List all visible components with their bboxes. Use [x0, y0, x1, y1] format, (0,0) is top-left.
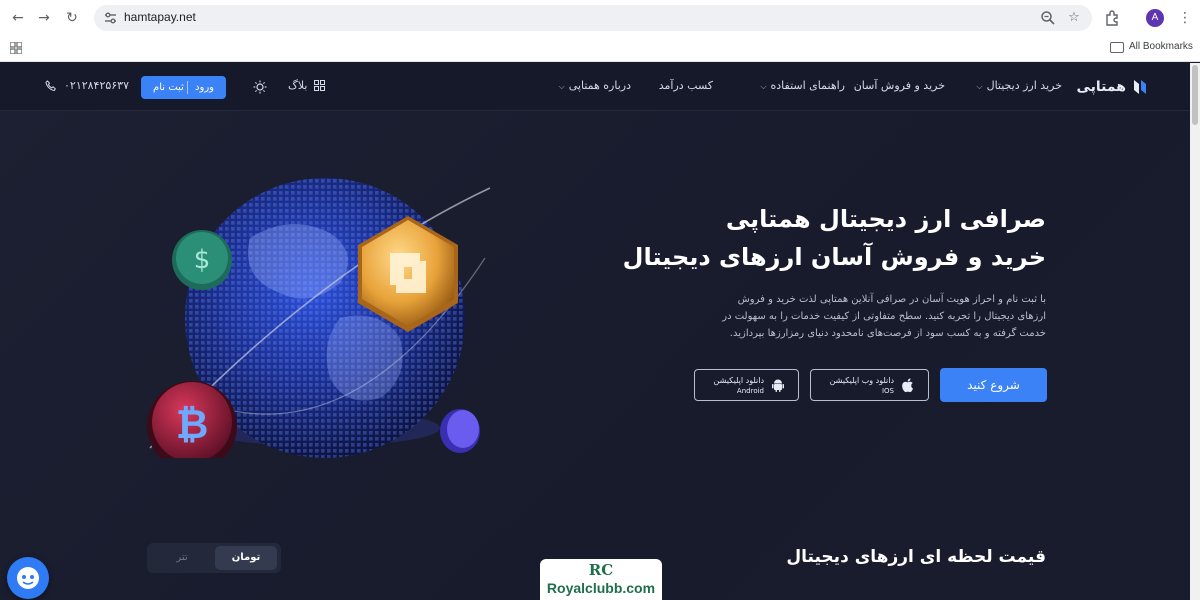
website-viewport: همتاپی خرید ارز دیجیتال⌵ خرید و فروش آسا… — [0, 63, 1190, 600]
profile-avatar[interactable]: A — [1146, 9, 1164, 27]
menu-buy-crypto[interactable]: خرید ارز دیجیتال⌵ — [977, 79, 1063, 94]
grid-icon — [314, 80, 325, 91]
back-arrow-icon[interactable]: ← — [8, 8, 28, 28]
start-button[interactable]: شروع کنید — [940, 368, 1047, 402]
bookmark-star-icon[interactable]: ☆ — [1066, 10, 1082, 26]
menu-guide-label: راهنمای استفاده — [770, 79, 845, 92]
reload-icon[interactable]: ↻ — [62, 8, 82, 28]
toggle-tether[interactable]: تتر — [151, 546, 213, 570]
scrollbar-thumb[interactable] — [1192, 65, 1198, 125]
blog-link[interactable]: بلاگ — [288, 79, 307, 93]
logo-wordmark: همتاپی — [1076, 79, 1127, 95]
ios-app-line2: IOS — [881, 387, 894, 395]
menu-buy-crypto-label: خرید ارز دیجیتال — [986, 79, 1062, 92]
folder-icon[interactable] — [1110, 42, 1124, 53]
phone-number[interactable]: ۰۲۱۲۸۴۲۵۶۳۷ — [64, 79, 129, 93]
currency-toggle: تومان تتر — [147, 543, 281, 573]
apps-grid-icon[interactable] — [10, 42, 22, 54]
menu-about-label: درباره همتاپی — [568, 79, 631, 92]
chat-bot-icon — [17, 567, 39, 589]
watermark-monogram: RC — [588, 561, 614, 579]
browser-toolbar: ← → ↻ hamtapay.net ☆ A ⋮ — [0, 0, 1200, 36]
phone-icon — [45, 80, 56, 92]
auth-separator — [187, 81, 188, 94]
site-settings-icon[interactable] — [104, 12, 117, 24]
page-scrollbar[interactable] — [1190, 63, 1200, 600]
chevron-down-icon: ⌵ — [976, 82, 983, 91]
android-app-line1: دانلود اپلیکیشن — [713, 376, 764, 385]
menu-about[interactable]: درباره همتاپی⌵ — [559, 79, 631, 94]
tether-coin-icon: $ — [172, 230, 232, 290]
support-chat-button[interactable] — [7, 557, 49, 599]
watermark-logo: RC Royalclubb.com — [540, 559, 662, 600]
menu-easy-trade-label: خرید و فروش آسان — [853, 79, 945, 92]
auth-button[interactable]: ورود ثبت نام — [141, 76, 226, 99]
sun-icon[interactable] — [253, 80, 267, 94]
toggle-toman[interactable]: تومان — [215, 546, 277, 570]
site-logo[interactable]: همتاپی — [1076, 77, 1150, 97]
address-bar[interactable]: hamtapay.net ☆ — [94, 5, 1092, 31]
android-icon — [772, 379, 784, 392]
chevron-down-icon: ⌵ — [760, 82, 767, 91]
bookmarks-bar: All Bookmarks — [0, 36, 1200, 62]
menu-guide[interactable]: راهنمای استفاده⌵ — [760, 79, 845, 94]
android-app-button[interactable]: دانلود اپلیکیشن Android — [694, 369, 799, 401]
signup-link[interactable]: ثبت نام — [153, 76, 184, 99]
svg-text:₿: ₿ — [176, 402, 209, 448]
hero-description: با ثبت نام و احراز هویت آسان در صرافی آن… — [722, 294, 1046, 339]
globe-coins-illustration: $ ₿ — [147, 178, 491, 458]
hero-title-line2: خرید و فروش آسان ارزهای دیجیتال — [622, 243, 1046, 271]
live-prices-title: قیمت لحظه ای ارزهای دیجیتال — [786, 547, 1046, 567]
ios-app-line1: دانلود وب اپلیکیشن — [829, 376, 894, 385]
blue-coin-icon — [440, 409, 480, 453]
browser-menu-icon[interactable]: ⋮ — [1178, 8, 1192, 28]
extensions-icon[interactable] — [1104, 9, 1122, 27]
forward-arrow-icon[interactable]: → — [34, 8, 54, 28]
zoom-icon[interactable] — [1040, 10, 1056, 26]
svg-text:$: $ — [194, 245, 211, 275]
menu-earn-label: کسب درآمد — [658, 79, 713, 92]
logo-mark-icon — [1134, 80, 1146, 94]
apple-icon — [902, 378, 913, 393]
url-text[interactable]: hamtapay.net — [124, 10, 196, 24]
all-bookmarks-label[interactable]: All Bookmarks — [1129, 41, 1193, 52]
site-header: همتاپی خرید ارز دیجیتال⌵ خرید و فروش آسا… — [0, 63, 1190, 111]
chevron-down-icon: ⌵ — [558, 82, 565, 91]
login-link[interactable]: ورود — [195, 76, 214, 99]
hero-title-line1: صرافی ارز دیجیتال همتاپی — [725, 205, 1046, 233]
menu-earn[interactable]: کسب درآمد — [659, 79, 713, 93]
ios-app-button[interactable]: دانلود وب اپلیکیشن IOS — [810, 369, 929, 401]
android-app-line2: Android — [736, 387, 764, 395]
menu-easy-trade[interactable]: خرید و فروش آسان — [854, 79, 945, 93]
watermark-text: Royalclubb.com — [546, 580, 656, 596]
